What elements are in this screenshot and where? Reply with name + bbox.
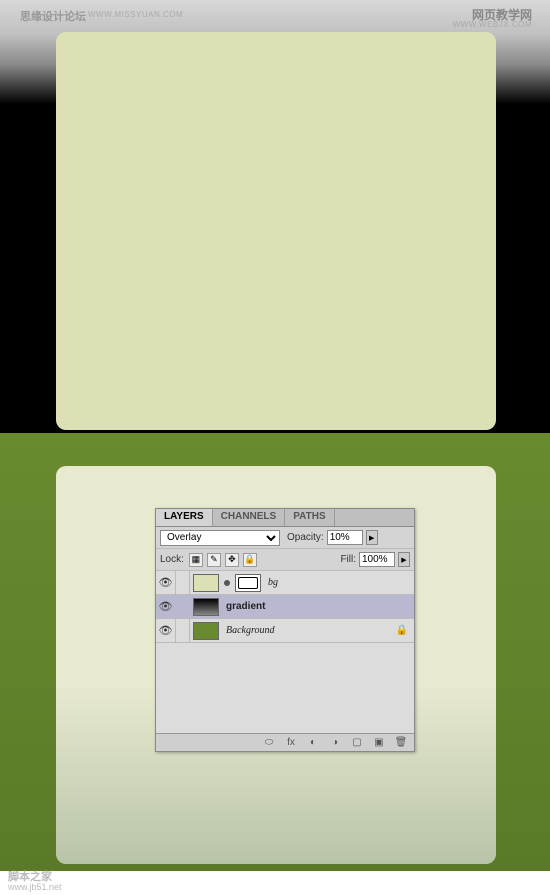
eye-icon: 👁 (159, 624, 173, 637)
opacity-label: Opacity: (287, 532, 324, 543)
watermark-top-left-url: WWW.MISSYUAN.COM (88, 10, 183, 19)
tab-paths[interactable]: PATHS (285, 509, 334, 526)
layer-row-bg[interactable]: 👁 bg (156, 571, 414, 595)
delete-layer-icon[interactable]: 🗑 (394, 736, 408, 749)
lock-icons-group: ▦ ✎ ✥ 🔒 (189, 553, 257, 567)
lock-fill-row: Lock: ▦ ✎ ✥ 🔒 Fill: ▶ (156, 549, 414, 571)
preview-box-top (56, 32, 496, 430)
opacity-input[interactable] (327, 530, 363, 545)
lock-position-icon[interactable]: ✥ (225, 553, 239, 567)
lock-all-icon[interactable]: 🔒 (243, 553, 257, 567)
new-layer-icon[interactable]: ▣ (372, 736, 386, 749)
visibility-toggle[interactable]: 👁 (156, 619, 176, 642)
layers-empty-area (156, 643, 414, 733)
fill-label: Fill: (340, 554, 356, 565)
layer-row-gradient[interactable]: 👁 gradient (156, 595, 414, 619)
layer-style-icon[interactable]: fx (284, 736, 298, 749)
layers-panel: LAYERS CHANNELS PATHS Overlay Opacity: ▶… (155, 508, 415, 752)
link-layers-icon[interactable]: ⬭ (262, 736, 276, 749)
blend-opacity-row: Overlay Opacity: ▶ (156, 527, 414, 549)
link-col (176, 571, 190, 594)
layer-name-label[interactable]: gradient (226, 601, 265, 612)
fill-input[interactable] (359, 552, 395, 567)
bottom-preview-section: LAYERS CHANNELS PATHS Overlay Opacity: ▶… (0, 433, 550, 871)
link-col (176, 595, 190, 618)
visibility-toggle[interactable]: 👁 (156, 595, 176, 618)
watermark-top-left: 思缘设计论坛 (20, 8, 86, 24)
lock-transparency-icon[interactable]: ▦ (189, 553, 203, 567)
watermark-bottom-left: 脚本之家 www.jb51.net (8, 871, 62, 893)
lock-pixels-icon[interactable]: ✎ (207, 553, 221, 567)
link-col (176, 619, 190, 642)
eye-icon: 👁 (159, 600, 173, 613)
group-icon[interactable]: ▢ (350, 736, 364, 749)
blend-mode-select[interactable]: Overlay (160, 530, 280, 546)
panel-footer: ⬭ fx ◐ ◑ ▢ ▣ 🗑 (156, 733, 414, 751)
watermark-top-right-url: WWW.WEBJX.COM (453, 20, 532, 29)
mask-thumbnail[interactable] (235, 574, 261, 592)
layer-row-background[interactable]: 👁 Background 🔒 (156, 619, 414, 643)
top-preview-section: 思缘设计论坛 WWW.MISSYUAN.COM 网页教学网 WWW.WEBJX.… (0, 0, 550, 433)
visibility-toggle[interactable]: 👁 (156, 571, 176, 594)
panel-tabs: LAYERS CHANNELS PATHS (156, 509, 414, 527)
tab-channels[interactable]: CHANNELS (213, 509, 286, 526)
lock-icon: 🔒 (396, 625, 408, 636)
adjustment-layer-icon[interactable]: ◑ (328, 736, 342, 749)
layer-thumbnail[interactable] (193, 598, 219, 616)
opacity-arrow-icon[interactable]: ▶ (366, 530, 378, 545)
lock-label: Lock: (160, 554, 184, 565)
mask-link-icon[interactable] (224, 580, 230, 586)
fill-arrow-icon[interactable]: ▶ (398, 552, 410, 567)
layer-name-label[interactable]: Background (226, 625, 275, 636)
layer-thumbnail[interactable] (193, 622, 219, 640)
eye-icon: 👁 (159, 576, 173, 589)
tab-layers[interactable]: LAYERS (156, 509, 213, 526)
layer-thumbnail[interactable] (193, 574, 219, 592)
layer-name-label[interactable]: bg (268, 577, 278, 588)
layer-mask-icon[interactable]: ◐ (306, 736, 320, 749)
